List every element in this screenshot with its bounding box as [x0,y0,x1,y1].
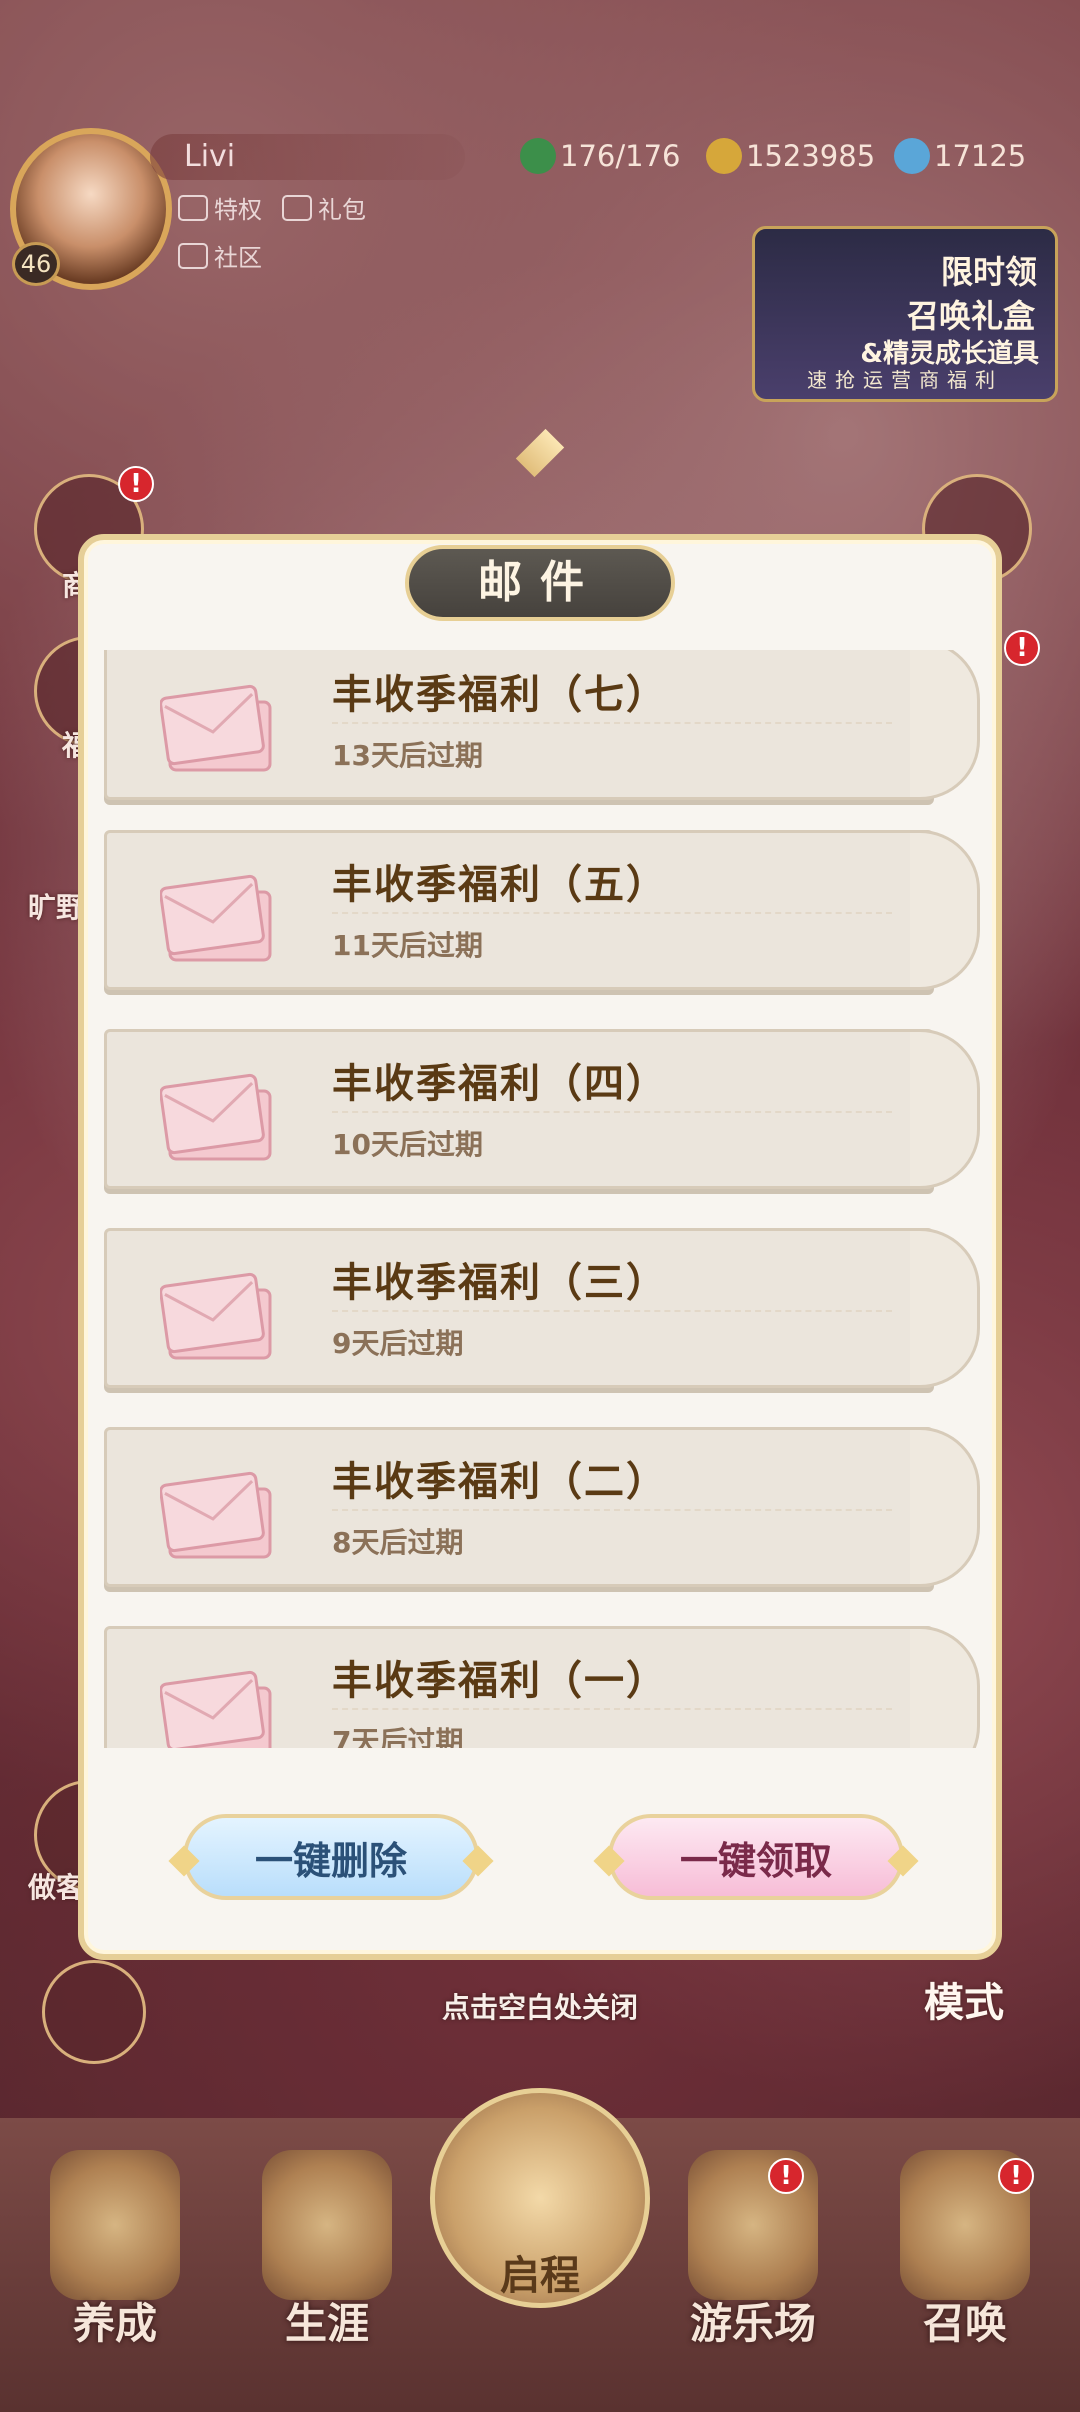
mail-item[interactable]: 丰收季福利（三） 9天后过期 [104,1228,980,1388]
mail-item[interactable]: 丰收季福利（四） 10天后过期 [104,1029,980,1189]
mail-title-text: 丰收季福利（二） [332,1459,668,1505]
mail-expiry: 11天后过期 [332,929,483,962]
envelope-icon [160,874,272,962]
nav-start[interactable]: 启程 [430,2088,650,2308]
mail-card-tab [910,1626,980,1748]
alert-badge: ! [998,2158,1034,2194]
mail-divider [332,912,892,914]
close-hint: 点击空白处关闭 [441,1991,638,2024]
mail-item[interactable]: 丰收季福利（五） 11天后过期 [104,830,980,990]
nav-playground-label: 游乐场 [689,2299,816,2348]
mail-title-text: 丰收季福利（一） [332,1658,668,1704]
diamond-icon [894,138,930,174]
player-name: Livi [150,134,465,180]
nav-playground[interactable]: 游乐场 [668,2150,838,2380]
envelope-icon [160,1670,272,1748]
envelope-icon [160,1272,272,1360]
mail-card-tab [910,1427,980,1587]
delete-all-label: 一键删除 [254,1838,407,1883]
alert-badge: ! [118,466,154,502]
stamina-value: 176/176 [560,139,681,173]
player-level: 46 [12,242,60,286]
mail-divider [332,1708,892,1710]
envelope-icon [160,1471,272,1559]
privilege-label: 特权 [214,196,262,224]
mail-expiry: 7天后过期 [332,1725,464,1748]
claim-all-button[interactable]: 一键领取 [593,1814,919,1900]
claim-all-label: 一键领取 [679,1838,832,1883]
mail-item[interactable]: 丰收季福利（七） 13天后过期 [104,650,980,800]
nav-career[interactable]: 生涯 [242,2150,412,2380]
mail-divider [332,722,892,724]
mail-list[interactable]: 丰收季福利（七） 13天后过期 丰收季福利（五） 11天后过期 丰收季福利（四）… [100,650,980,1748]
privilege-link[interactable]: 特权 [178,190,262,225]
mail-card-tab [910,1228,980,1388]
alert-badge: ! [1004,630,1040,666]
community-label: 社区 [214,244,262,272]
gift-pack-label: 礼包 [318,196,366,224]
envelope-icon [160,684,272,772]
gem-counter[interactable]: 17125 [894,136,1026,176]
coin-icon [706,138,742,174]
gold-value: 1523985 [746,139,876,173]
chat-icon [282,195,312,221]
mail-card-tab [910,1029,980,1189]
crown-icon [178,195,208,221]
banner-line1: 限时领 [940,253,1037,291]
delete-all-button[interactable]: 一键删除 [168,1814,494,1900]
mail-expiry: 9天后过期 [332,1327,464,1360]
mail-divider [332,1111,892,1113]
banner-line4: 速抢运营商福利 [807,368,1003,392]
mail-card-tab [910,650,980,800]
mail-expiry: 8天后过期 [332,1526,464,1559]
mail-expiry: 10天后过期 [332,1128,483,1161]
promo-banner[interactable]: 限时领 召唤礼盒 &精灵成长道具 速抢运营商福利 [752,226,1058,402]
mail-card-tab [910,830,980,990]
visit-side-label: 做客 [28,1871,85,1904]
nav-summon-label: 召唤 [922,2299,1007,2348]
mail-expiry: 13天后过期 [332,739,483,772]
mail-title: 邮件 [405,545,675,621]
nav-develop-label: 养成 [72,2299,157,2348]
girl-portrait-icon [50,2150,180,2300]
nav-develop[interactable]: 养成 [30,2150,200,2380]
gold-counter[interactable]: 1523985 [706,136,875,176]
mail-item[interactable]: 丰收季福利（一） 7天后过期 [104,1626,980,1748]
community-link[interactable]: 社区 [178,238,262,273]
gift-pack-link[interactable]: 礼包 [282,190,366,225]
gem-value: 17125 [934,139,1027,173]
stamina-counter[interactable]: 176/176 [520,136,680,176]
mail-divider [332,1310,892,1312]
wings-icon [178,243,208,269]
mail-item[interactable]: 丰收季福利（二） 8天后过期 [104,1427,980,1587]
nav-start-label: 启程 [500,2253,580,2299]
wild-side-label: 旷野 [28,891,85,924]
nav-career-label: 生涯 [284,2299,369,2348]
mail-title-text: 丰收季福利（五） [332,862,668,908]
alert-badge: ! [768,2158,804,2194]
clover-icon [520,138,556,174]
crown-icon [262,2150,392,2300]
envelope-icon [160,1073,272,1161]
mail-title-text: 丰收季福利（四） [332,1061,668,1107]
banner-line2: 召唤礼盒 [906,297,1035,335]
mail-title-text: 丰收季福利（三） [332,1260,668,1306]
mail-divider [332,1509,892,1511]
mail-title-text: 丰收季福利（七） [332,672,668,718]
